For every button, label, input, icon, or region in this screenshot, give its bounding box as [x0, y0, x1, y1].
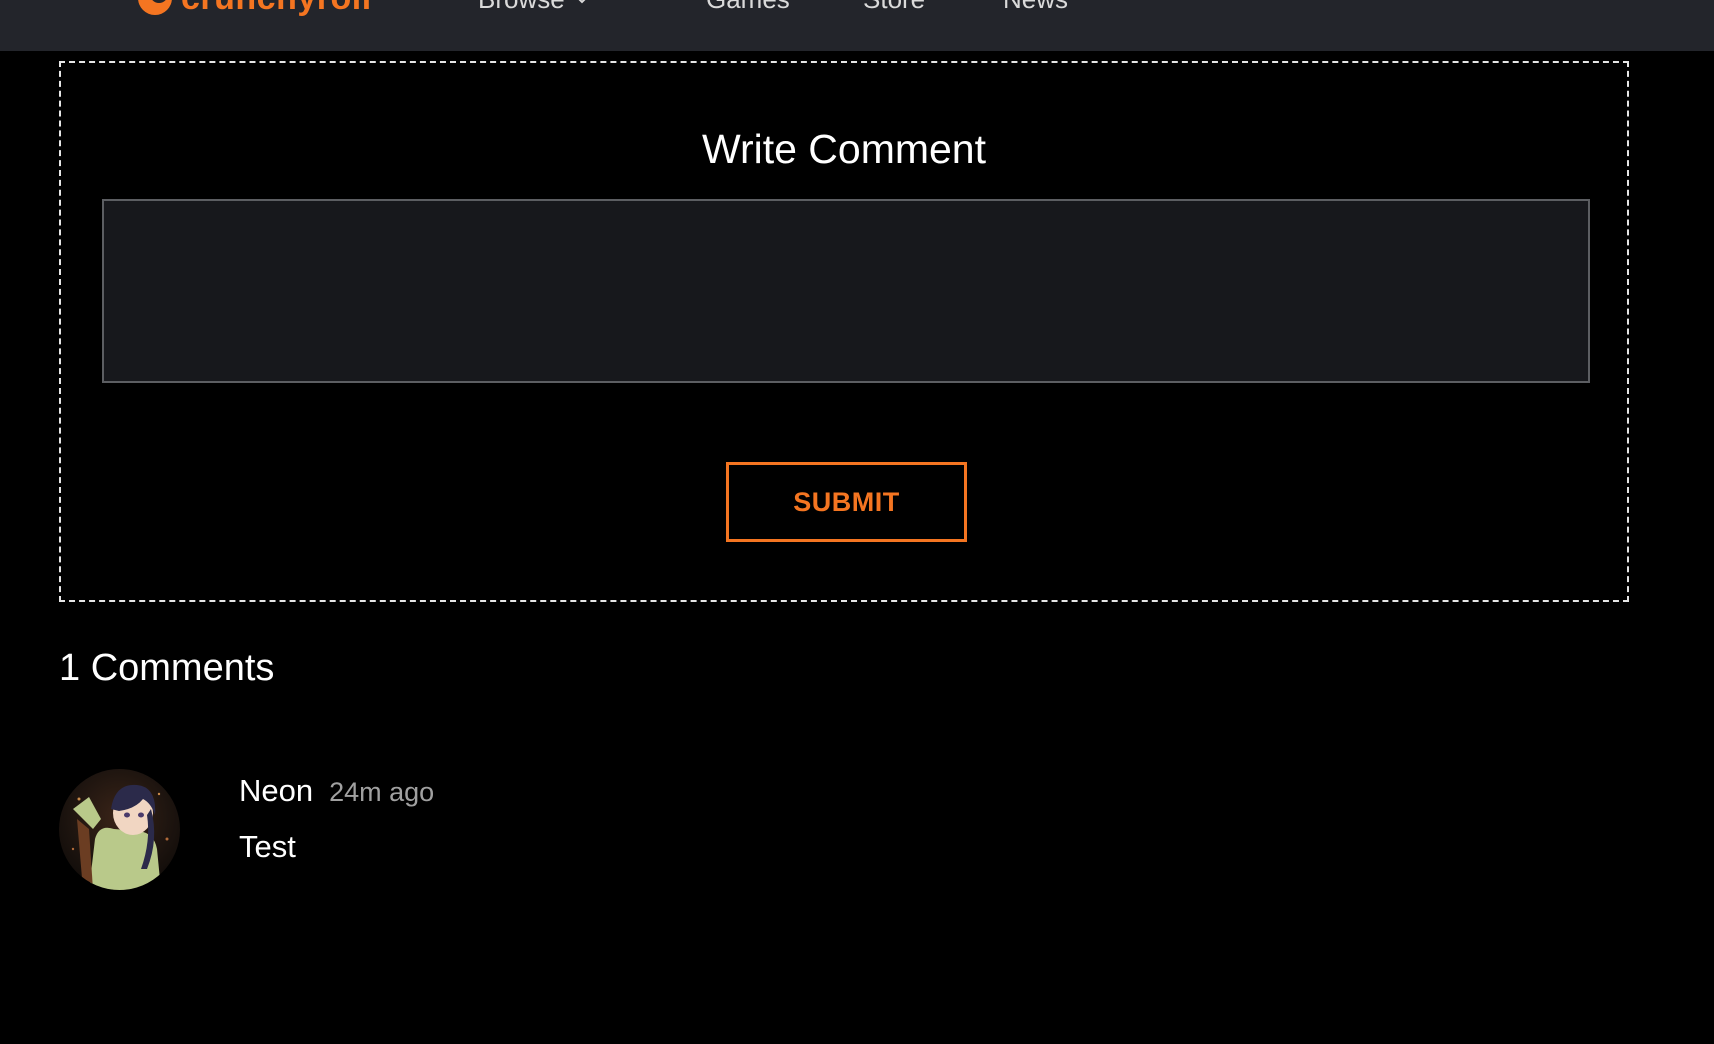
nav-browse[interactable]: Browse: [478, 0, 589, 14]
write-comment-title: Write Comment: [701, 126, 987, 172]
comment-author[interactable]: Neon: [239, 773, 313, 809]
nav-games[interactable]: Games: [706, 0, 790, 14]
comments-count-heading: 1 Comments: [59, 647, 275, 689]
nav-store[interactable]: Store: [863, 0, 925, 14]
comment-meta: Neon 24m ago: [239, 773, 434, 809]
comment-timestamp: 24m ago: [329, 777, 435, 807]
comment-input[interactable]: [102, 199, 1590, 383]
comment-text: Test: [239, 829, 296, 864]
logo-text: crunchyroll: [181, 0, 372, 16]
avatar-image: [59, 769, 180, 890]
user-avatar[interactable]: [59, 769, 180, 890]
comment-item: Neon 24m ago Test: [59, 769, 1559, 890]
submit-button[interactable]: SUBMIT: [726, 462, 967, 542]
nav-store-label: Store: [863, 0, 925, 14]
nav-browse-label: Browse: [478, 0, 565, 14]
chevron-down-icon: [578, 0, 586, 4]
top-navbar: crunchyroll Browse Games Store News: [0, 0, 1714, 51]
nav-news-label: News: [1003, 0, 1068, 14]
nav-news[interactable]: News: [1003, 0, 1068, 14]
write-comment-panel: Write Comment SUBMIT: [59, 61, 1629, 602]
crunchyroll-logo-icon: [138, 0, 172, 15]
crunchyroll-logo[interactable]: crunchyroll: [137, 0, 372, 16]
nav-games-label: Games: [706, 0, 790, 14]
